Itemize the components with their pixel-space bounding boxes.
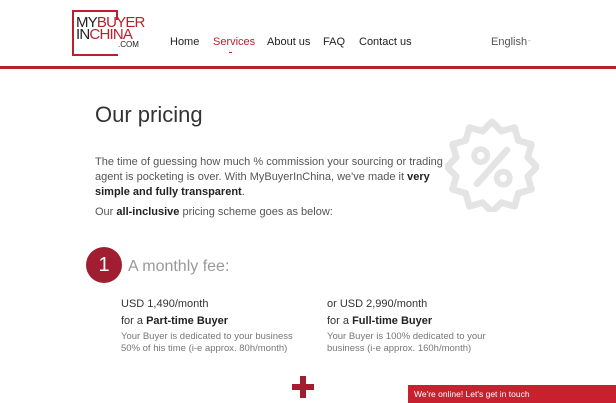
plus-icon xyxy=(292,376,314,398)
live-chat-button[interactable]: We're online! Let's get in touch xyxy=(408,385,616,403)
plan-description: Your Buyer is 100% dedicated to your busi… xyxy=(327,331,486,354)
header-divider xyxy=(0,66,616,69)
nav-faq[interactable]: FAQ xyxy=(323,36,345,48)
plan-price: USD 1,490/month xyxy=(121,298,209,310)
site-header: MYBUYER INCHINA .COM Home Services About… xyxy=(0,0,616,67)
step-number-badge: 1 xyxy=(86,247,122,283)
plan-part-time: USD 1,490/month for a Part-time Buyer Yo… xyxy=(121,297,321,355)
nav-about-us[interactable]: About us xyxy=(267,36,310,48)
intro-paragraph: The time of guessing how much % commissi… xyxy=(95,156,443,198)
page-title: Our pricing xyxy=(95,102,203,127)
language-dropdown-icon[interactable]: - xyxy=(528,36,531,45)
scheme-highlight: all-inclusive xyxy=(116,206,180,218)
nav-contact-us[interactable]: Contact us xyxy=(359,36,412,48)
logo-line3: .COM xyxy=(118,40,139,49)
step-label: A monthly fee: xyxy=(128,258,230,275)
plan-type: for a Full-time Buyer xyxy=(327,315,433,327)
language-selector[interactable]: English xyxy=(491,36,527,48)
active-indicator xyxy=(229,52,232,53)
percent-badge-icon xyxy=(445,118,539,212)
plan-full-time: or USD 2,990/month for a Full-time Buyer… xyxy=(327,297,527,355)
plan-type: for a Part-time Buyer xyxy=(121,315,228,327)
scheme-paragraph: Our all-inclusive pricing scheme goes as… xyxy=(95,206,333,218)
plan-price: or USD 2,990/month xyxy=(327,298,428,310)
site-logo[interactable]: MYBUYER INCHINA .COM xyxy=(72,10,145,60)
nav-services[interactable]: Services xyxy=(213,36,255,48)
plan-description: Your Buyer is dedicated to your business… xyxy=(121,331,293,354)
nav-home[interactable]: Home xyxy=(170,36,199,48)
